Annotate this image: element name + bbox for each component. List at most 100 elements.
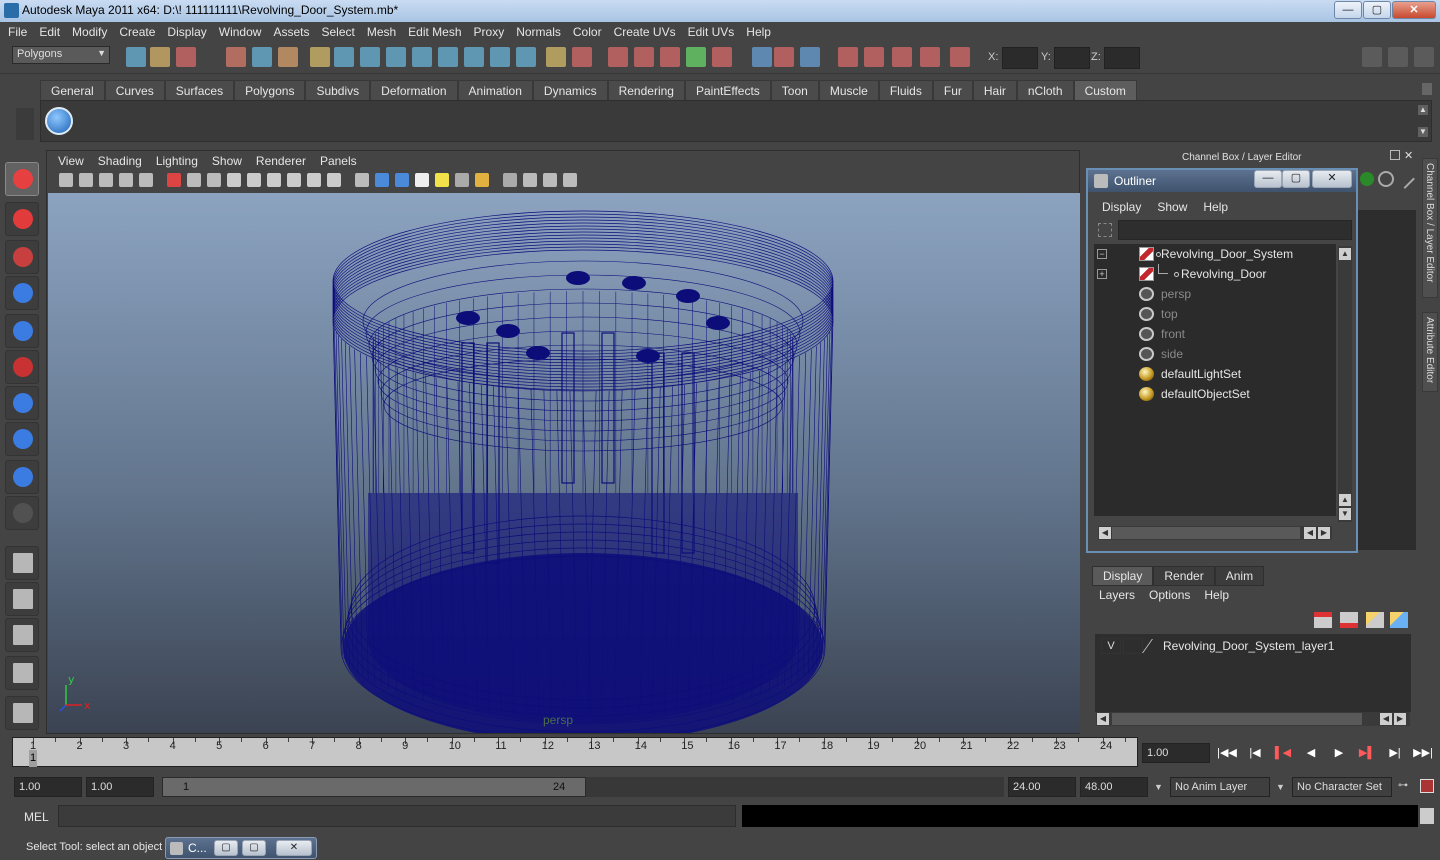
move-layer-up-icon[interactable] <box>1314 612 1332 628</box>
shelf-tab-rendering[interactable]: Rendering <box>607 80 685 100</box>
move-layer-down-icon[interactable] <box>1340 612 1358 628</box>
scroll-right-arrow[interactable]: ▶ <box>1318 527 1330 539</box>
shelf-tab-painteffects[interactable]: PaintEffects <box>684 80 771 100</box>
menu-assets[interactable]: Assets <box>267 22 315 42</box>
outliner-item-defaultobjectset[interactable]: defaultObjectSet <box>1094 384 1334 404</box>
four-pane-layout-icon[interactable] <box>5 582 39 616</box>
viewport-tool-icon[interactable] <box>543 173 557 187</box>
shelf-tab-muscle[interactable]: Muscle <box>818 80 879 100</box>
viewport-tool-icon[interactable] <box>503 173 517 187</box>
snap-live-icon[interactable] <box>464 47 484 67</box>
menu-file[interactable]: File <box>2 22 33 42</box>
show-manipulator-icon[interactable] <box>5 460 39 494</box>
graph-editor-layout-icon[interactable] <box>5 656 39 690</box>
menu-create-uvs[interactable]: Create UVs <box>608 22 682 42</box>
outliner-menu-show[interactable]: Show <box>1149 200 1195 214</box>
transform-constraint-icon[interactable] <box>950 47 970 67</box>
outliner-menu-help[interactable]: Help <box>1195 200 1236 214</box>
single-pane-layout-icon[interactable] <box>5 546 39 580</box>
play-forwards-button[interactable]: ▶ <box>1328 746 1350 764</box>
y-field[interactable] <box>1054 47 1090 69</box>
shelf-tab-fur[interactable]: Fur <box>932 80 973 100</box>
outliner-item-top[interactable]: top <box>1094 304 1334 324</box>
soft-modification-icon[interactable] <box>5 422 39 456</box>
new-scene-icon[interactable] <box>126 47 146 67</box>
viewport-tool-icon[interactable] <box>395 173 409 187</box>
layer-horizontal-scrollbar[interactable]: ◀ ◀ ▶ <box>1096 712 1410 726</box>
outliner-maximize-button[interactable]: ▢ <box>1282 170 1310 188</box>
animation-start-time-field[interactable]: 1.00 <box>14 777 82 797</box>
snap-surface-icon[interactable] <box>438 47 458 67</box>
viewport-tool-icon[interactable] <box>167 173 181 187</box>
play-backwards-button[interactable]: ◀ <box>1300 746 1322 764</box>
select-tool-icon[interactable] <box>5 162 39 196</box>
float-panel-icon[interactable] <box>1390 150 1400 160</box>
outliner-item-revolving-door[interactable]: + Revolving_Door <box>1094 264 1334 284</box>
shelf-tab-general[interactable]: General <box>40 80 105 100</box>
viewport-tool-icon[interactable] <box>415 173 429 187</box>
select-by-type-icon[interactable] <box>572 47 592 67</box>
viewport-menu-lighting[interactable]: Lighting <box>149 151 205 169</box>
paint-select-tool-icon[interactable] <box>5 240 39 274</box>
menu-proxy[interactable]: Proxy <box>468 22 511 42</box>
scroll-left-arrow[interactable]: ◀ <box>1380 713 1392 725</box>
menu-modify[interactable]: Modify <box>66 22 113 42</box>
step-back-key-button[interactable]: |◀ <box>1244 746 1266 764</box>
viewport-tool-icon[interactable] <box>563 173 577 187</box>
outliner-item-front[interactable]: front <box>1094 324 1334 344</box>
viewport-tool-icon[interactable] <box>79 173 93 187</box>
expand-toggle-icon[interactable]: + <box>1097 269 1107 279</box>
character-set-dropdown[interactable]: No Character Set <box>1292 777 1392 797</box>
outliner-filter-input[interactable] <box>1118 220 1352 240</box>
layer-menu-layers[interactable]: Layers <box>1092 588 1142 602</box>
minimize-button[interactable]: — <box>1334 1 1362 19</box>
render-icon[interactable] <box>838 47 858 67</box>
viewport-tool-icon[interactable] <box>187 173 201 187</box>
viewport-tool-icon[interactable] <box>375 173 389 187</box>
menu-select[interactable]: Select <box>315 22 360 42</box>
viewport-tool-icon[interactable] <box>227 173 241 187</box>
layer-tab-anim[interactable]: Anim <box>1214 566 1265 586</box>
x-field[interactable] <box>1002 47 1038 69</box>
menu-edit-uvs[interactable]: Edit UVs <box>682 22 741 42</box>
command-input[interactable] <box>58 805 736 827</box>
layer-menu-help[interactable]: Help <box>1197 588 1236 602</box>
outliner-menu-display[interactable]: Display <box>1094 200 1149 214</box>
render-view-icon[interactable] <box>686 47 706 67</box>
layer-tab-display[interactable]: Display <box>1092 566 1154 586</box>
outliner-close-button[interactable]: ✕ <box>1312 170 1352 188</box>
render-sequence-icon[interactable] <box>920 47 940 67</box>
layer-menu-options[interactable]: Options <box>1142 588 1197 602</box>
shelf-tab-polygons[interactable]: Polygons <box>234 80 306 100</box>
layer-tab-render[interactable]: Render <box>1153 566 1215 586</box>
shelf-tab-toon[interactable]: Toon <box>770 80 819 100</box>
time-slider[interactable]: 1 1 2 3 4 5 6 7 8 9 10 11 12 13 14 15 16 17 18 19 20 21 22 23 2… <box>12 737 1138 767</box>
select-object-icon[interactable] <box>252 47 272 67</box>
viewport-tool-icon[interactable] <box>523 173 537 187</box>
scroll-left-arrow[interactable]: ◀ <box>1097 713 1109 725</box>
shelf-tab-animation[interactable]: Animation <box>457 80 533 100</box>
command-language-label[interactable]: MEL <box>24 810 49 824</box>
trash-icon[interactable] <box>1422 83 1432 95</box>
snapshot-icon[interactable] <box>892 47 912 67</box>
input-ops-icon[interactable] <box>608 47 628 67</box>
outliner-item-defaultlightset[interactable]: defaultLightSet <box>1094 364 1334 384</box>
menu-mesh[interactable]: Mesh <box>361 22 402 42</box>
minimized-window[interactable]: C... ▢ ▢ ✕ <box>165 837 317 859</box>
layer-color-swatch[interactable] <box>1142 639 1164 653</box>
go-to-start-button[interactable]: |◀◀ <box>1216 746 1238 764</box>
layer-row[interactable]: V Revolving_Door_System_layer1 <box>1097 636 1409 656</box>
hypershade-layout-icon[interactable] <box>5 696 39 730</box>
animation-preferences-icon[interactable] <box>1420 779 1434 793</box>
viewport-tool-icon[interactable] <box>247 173 261 187</box>
show-channel-box-icon[interactable] <box>1362 47 1382 67</box>
shelf-tab-surfaces[interactable]: Surfaces <box>164 80 235 100</box>
viewport-tool-icon[interactable] <box>207 173 221 187</box>
viewport-tool-icon[interactable] <box>99 173 113 187</box>
tab-attribute-editor[interactable]: Attribute Editor <box>1422 312 1438 392</box>
playback-end-time-field[interactable]: 24.00 <box>1008 777 1076 797</box>
shelf-tab-ncloth[interactable]: nCloth <box>1016 80 1074 100</box>
viewport-menu-renderer[interactable]: Renderer <box>249 151 313 169</box>
go-to-end-button[interactable]: ▶▶| <box>1412 746 1434 764</box>
viewport-menu-shading[interactable]: Shading <box>91 151 149 169</box>
